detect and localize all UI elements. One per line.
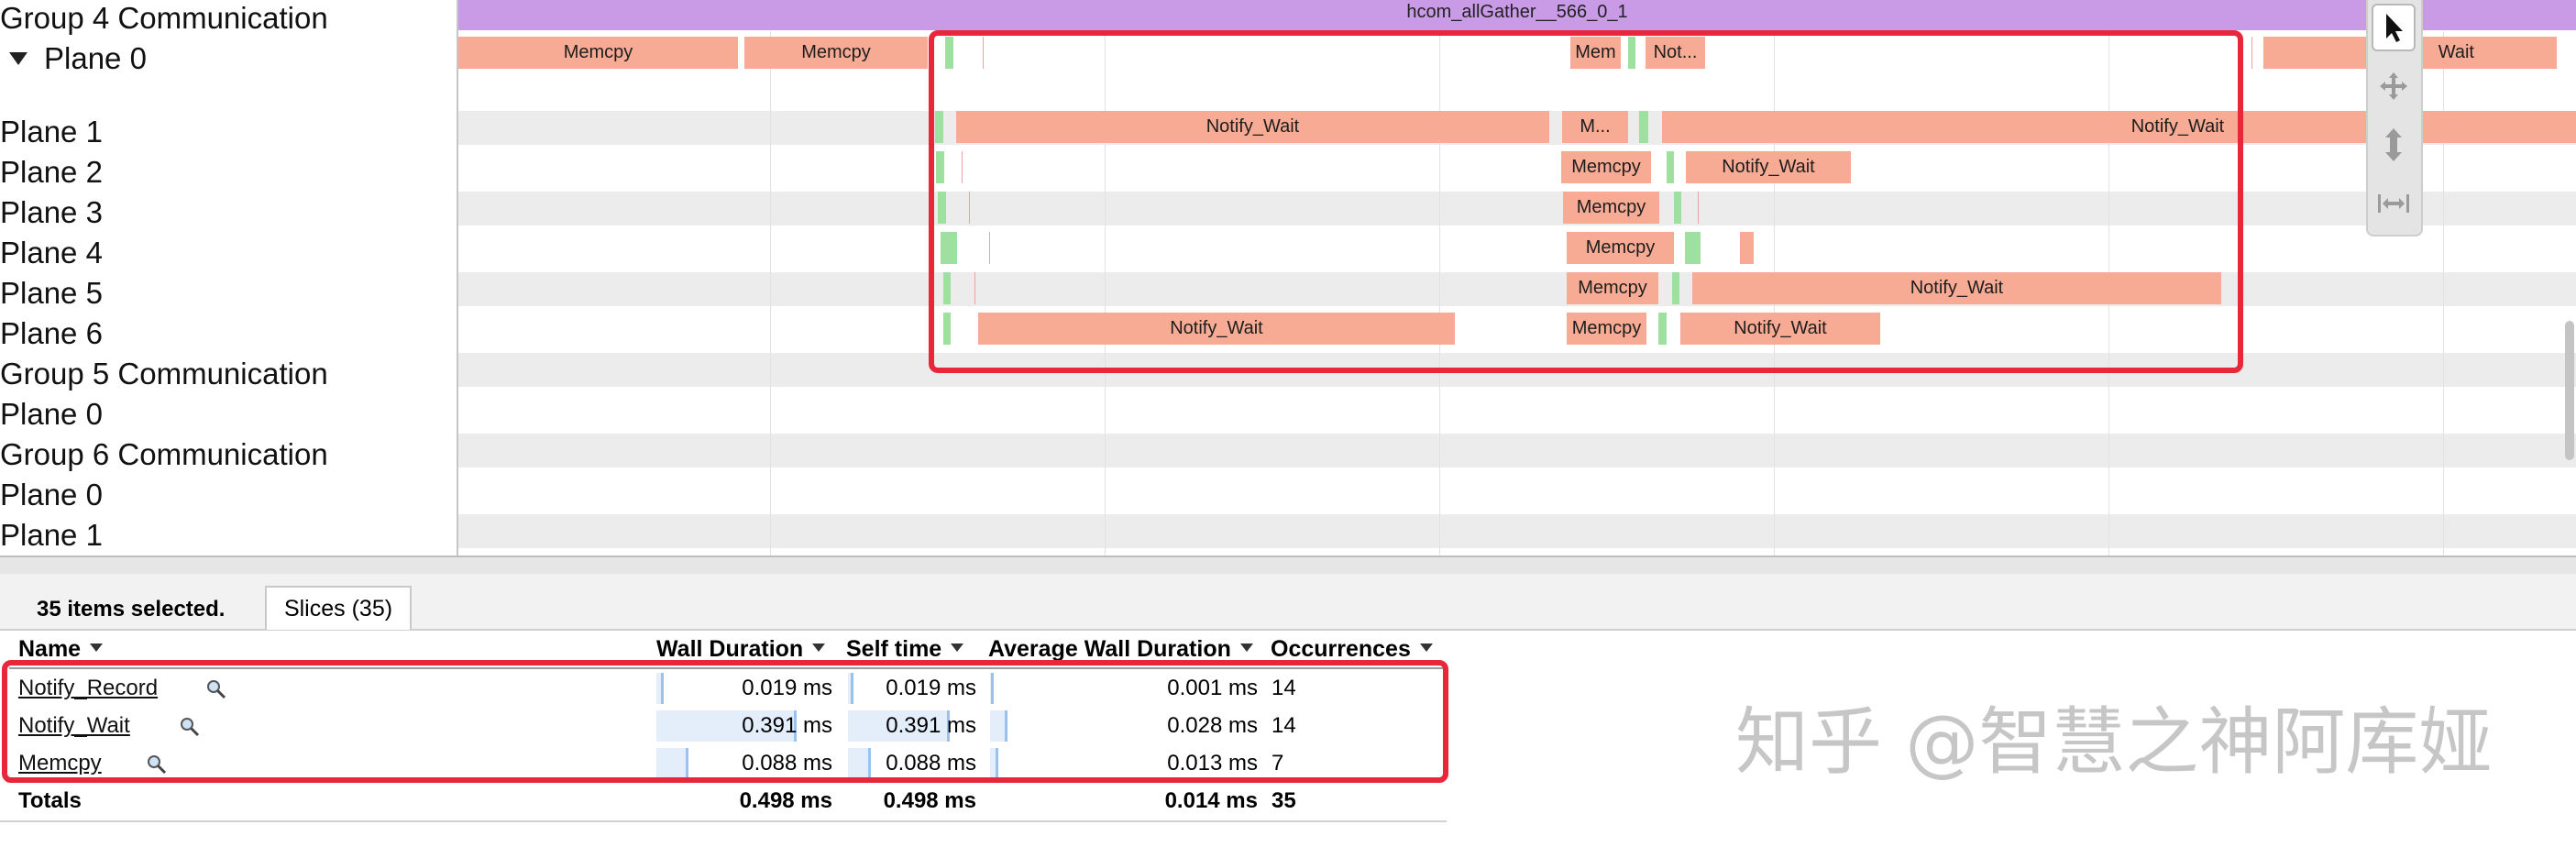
track-label-group5-plane0[interactable]: Plane 0 [0,396,103,433]
column-header-label: Occurrences [1271,636,1411,662]
totals-row: Totals 0.498 ms 0.498 ms 0.014 ms 35 [0,783,1448,820]
vertical-scrollbar[interactable] [2565,321,2574,460]
watermark: 知乎 @智慧之神阿库娅 [1735,699,2493,785]
timing-icon [2378,194,2409,213]
track-label-text: Plane 1 [0,115,103,148]
track-label-plane3[interactable]: Plane 3 [0,194,103,231]
pointer-tool-button[interactable] [2372,4,2416,51]
comm-slice-allgather[interactable]: hcom_allGather__566_0_1 [458,0,2576,30]
track-label-group4-plane0[interactable]: Plane 0 [0,40,147,77]
selection-count: 35 items selected. [37,597,226,622]
track-label-text: Plane 0 [0,397,103,431]
track-label-text: Plane 6 [0,316,103,350]
track-label-group6-plane0[interactable]: Plane 0 [0,477,103,513]
totals-wall-duration: 0.498 ms [739,788,832,813]
track-label-group4[interactable]: Group 4 Communication [0,0,328,37]
pan-tool-button[interactable] [2372,62,2416,110]
pan-icon [2380,72,2407,100]
zoom-icon [2385,128,2402,161]
comm-slice-label: hcom_allGather__566_0_1 [1406,2,1628,22]
track-label-text: Plane 0 [0,478,103,512]
track-label-text: Plane 1 [0,518,103,552]
track-label-text: Group 5 Communication [0,357,328,390]
track-label-plane4[interactable]: Plane 4 [0,235,103,271]
sort-arrow-icon [1419,644,1433,652]
column-header-label: Average Wall Duration [988,636,1231,662]
highlight-box [2,660,1448,783]
totals-self-time: 0.498 ms [883,788,976,813]
slice-memcpy[interactable]: Memcpy [458,37,738,69]
table-bottom-divider [0,820,1447,822]
track-label-group6[interactable]: Group 6 Communication [0,436,328,473]
row-band [458,514,2576,548]
track-labels-panel: Group 4 Communication Plane 0 Plane 1 Pl… [0,0,458,556]
track-label-text: Group 6 Communication [0,437,328,471]
track-label-text: Plane 4 [0,236,103,270]
tab-slices[interactable]: Slices (35) [265,586,412,630]
pointer-icon [2386,14,2403,42]
sort-arrow-icon [951,644,964,652]
column-header-label: Name [18,636,82,662]
totals-label: Totals [18,788,82,813]
panel-tab-bar: 35 items selected. Slices (35) [0,574,2576,631]
timing-tool-button[interactable] [2372,180,2416,227]
slice-tick [2251,37,2252,69]
timeline-view[interactable]: hcom_allGather__566_0_1 Memcpy Memcpy Me… [458,0,2576,556]
track-label-plane2[interactable]: Plane 2 [0,154,103,191]
sort-arrow-icon [1239,644,1253,652]
track-label-text: Plane 5 [0,276,103,310]
timeline-toolbar [2366,0,2423,236]
track-label-plane5[interactable]: Plane 5 [0,275,103,312]
totals-occurrences: 35 [1271,788,1296,813]
sort-arrow-icon [90,644,104,652]
expand-triangle-icon[interactable] [9,52,28,65]
track-label-group5[interactable]: Group 5 Communication [0,356,328,392]
column-header-label: Self time [846,636,942,662]
track-label-plane1[interactable]: Plane 1 [0,114,103,150]
track-label-text: Plane 0 [44,41,147,75]
track-label-group6-plane1[interactable]: Plane 1 [0,517,103,554]
zoom-tool-button[interactable] [2372,121,2416,169]
grid-line [2443,31,2444,556]
highlight-box [929,30,2243,373]
track-label-plane6[interactable]: Plane 6 [0,315,103,352]
panel-resize-handle[interactable] [0,556,2576,576]
column-header-label: Wall Duration [656,636,804,662]
grid-line [770,31,771,556]
row-band [458,434,2576,468]
track-label-text: Plane 3 [0,195,103,229]
totals-average-wall-duration: 0.014 ms [1164,788,1258,813]
track-label-text: Group 4 Communication [0,1,328,35]
slice-memcpy[interactable]: Memcpy [744,37,928,69]
track-label-text: Plane 2 [0,155,103,189]
sort-arrow-icon [812,644,826,652]
